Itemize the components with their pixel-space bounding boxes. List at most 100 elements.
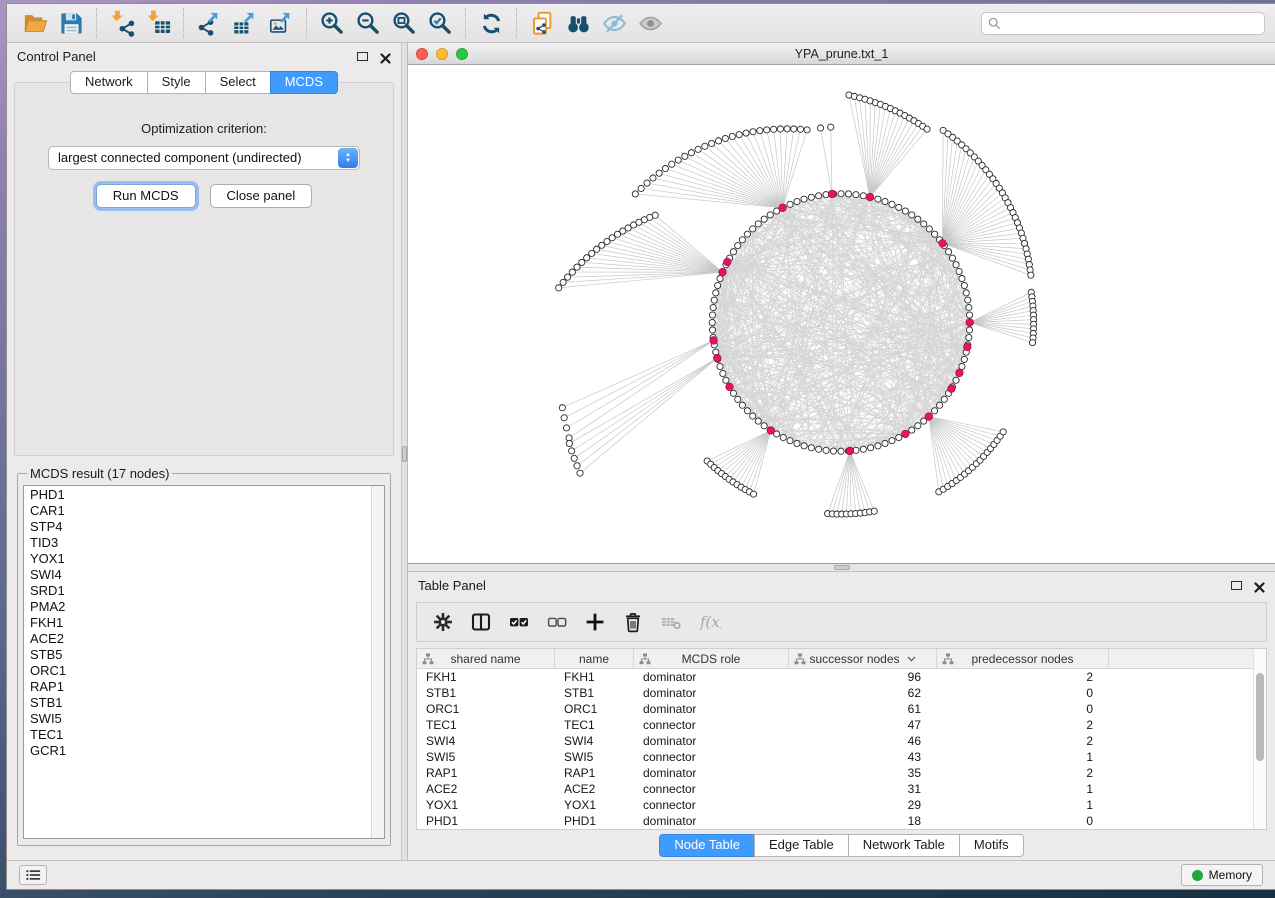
tab-network-table[interactable]: Network Table	[848, 834, 960, 857]
table-cell[interactable]: SWI5	[417, 749, 555, 765]
column-header-shared-name[interactable]: shared name	[417, 649, 555, 668]
float-table-panel-icon[interactable]	[1231, 581, 1242, 590]
table-cell[interactable]: 43	[789, 749, 937, 765]
zoom-out-button[interactable]	[350, 7, 386, 39]
table-cell[interactable]: 46	[789, 733, 937, 749]
mcds-result-item[interactable]: TID3	[30, 535, 371, 551]
clone-network-button[interactable]	[524, 7, 560, 39]
tab-network[interactable]: Network	[70, 71, 148, 94]
column-header-name[interactable]: name	[555, 649, 634, 668]
horizontal-splitter[interactable]	[408, 564, 1275, 572]
toggle-visibility-button[interactable]	[596, 7, 632, 39]
table-cell[interactable]: SWI5	[555, 749, 634, 765]
mcds-result-item[interactable]: STP4	[30, 519, 371, 535]
mcds-result-item[interactable]: ORC1	[30, 663, 371, 679]
zoom-in-button[interactable]	[314, 7, 350, 39]
export-image-button[interactable]	[263, 7, 299, 39]
mcds-result-item[interactable]: STB1	[30, 695, 371, 711]
export-network-button[interactable]	[191, 7, 227, 39]
tab-style[interactable]: Style	[147, 71, 206, 94]
table-cell[interactable]: dominator	[634, 733, 789, 749]
table-cell[interactable]: 2	[937, 765, 1109, 781]
mcds-result-item[interactable]: ACE2	[30, 631, 371, 647]
table-cell[interactable]: ORC1	[555, 701, 634, 717]
tab-motifs[interactable]: Motifs	[959, 834, 1024, 857]
table-cell[interactable]: connector	[634, 749, 789, 765]
mcds-result-item[interactable]: PMA2	[30, 599, 371, 615]
result-list-scrollbar[interactable]	[371, 486, 384, 838]
table-cell[interactable]: 1	[937, 781, 1109, 797]
table-cell[interactable]: TEC1	[417, 717, 555, 733]
tab-select[interactable]: Select	[205, 71, 271, 94]
table-cell[interactable]: 96	[789, 669, 937, 685]
table-scrollbar[interactable]	[1253, 649, 1266, 829]
table-cell[interactable]: RAP1	[555, 765, 634, 781]
table-cell[interactable]: dominator	[634, 685, 789, 701]
table-cell[interactable]: YOX1	[555, 797, 634, 813]
mcds-result-item[interactable]: TEC1	[30, 727, 371, 743]
table-row[interactable]: FKH1FKH1dominator962	[417, 669, 1253, 685]
close-panel-button[interactable]: Close panel	[210, 184, 313, 208]
export-table-button[interactable]	[227, 7, 263, 39]
table-row[interactable]: SWI4SWI4dominator462	[417, 733, 1253, 749]
select-all-rows-button[interactable]	[503, 607, 535, 637]
table-cell[interactable]: ACE2	[417, 781, 555, 797]
mcds-result-item[interactable]: SWI4	[30, 567, 371, 583]
table-cell[interactable]: SWI4	[417, 733, 555, 749]
create-column-button[interactable]	[579, 607, 611, 637]
close-panel-icon[interactable]	[380, 51, 391, 62]
network-canvas[interactable]	[408, 65, 1275, 563]
table-row[interactable]: ORC1ORC1dominator610	[417, 701, 1253, 717]
settings-button[interactable]	[427, 607, 459, 637]
table-cell[interactable]: ORC1	[417, 701, 555, 717]
table-cell[interactable]: dominator	[634, 765, 789, 781]
column-header-MCDS-role[interactable]: MCDS role	[634, 649, 789, 668]
table-cell[interactable]: STB1	[417, 685, 555, 701]
search-binoculars-button[interactable]	[560, 7, 596, 39]
import-table-button[interactable]	[140, 7, 176, 39]
show-columns-button[interactable]	[465, 607, 497, 637]
table-cell[interactable]: 31	[789, 781, 937, 797]
mcds-result-item[interactable]: SWI5	[30, 711, 371, 727]
mcds-result-item[interactable]: YOX1	[30, 551, 371, 567]
column-header-predecessor-nodes[interactable]: predecessor nodes	[937, 649, 1109, 668]
horizontal-splitter-handle[interactable]	[834, 565, 850, 570]
refresh-layout-button[interactable]	[473, 7, 509, 39]
close-table-panel-icon[interactable]	[1254, 580, 1265, 591]
vertical-splitter[interactable]	[401, 43, 408, 860]
table-cell[interactable]: 1	[937, 797, 1109, 813]
delete-rows-button[interactable]	[617, 607, 649, 637]
table-cell[interactable]: 62	[789, 685, 937, 701]
mcds-result-item[interactable]: SRD1	[30, 583, 371, 599]
mcds-result-item[interactable]: PHD1	[30, 487, 371, 503]
search-box[interactable]	[981, 12, 1265, 35]
table-cell[interactable]: ACE2	[555, 781, 634, 797]
table-cell[interactable]: 61	[789, 701, 937, 717]
mcds-result-item[interactable]: STB5	[30, 647, 371, 663]
mcds-result-item[interactable]: RAP1	[30, 679, 371, 695]
table-row[interactable]: SWI5SWI5connector431	[417, 749, 1253, 765]
search-input[interactable]	[1006, 16, 1258, 30]
table-cell[interactable]: 2	[937, 717, 1109, 733]
table-cell[interactable]: 35	[789, 765, 937, 781]
zoom-fit-button[interactable]	[386, 7, 422, 39]
table-cell[interactable]: YOX1	[417, 797, 555, 813]
table-cell[interactable]: 0	[937, 813, 1109, 829]
optimization-criterion-select[interactable]: largest connected component (undirected)…	[48, 146, 360, 170]
zoom-selected-button[interactable]	[422, 7, 458, 39]
tab-node-table[interactable]: Node Table	[659, 834, 755, 857]
vertical-splitter-handle[interactable]	[402, 446, 407, 462]
tab-edge-table[interactable]: Edge Table	[754, 834, 849, 857]
table-cell[interactable]: FKH1	[555, 669, 634, 685]
table-cell[interactable]: connector	[634, 781, 789, 797]
table-cell[interactable]: 18	[789, 813, 937, 829]
tab-mcds[interactable]: MCDS	[270, 71, 338, 94]
table-cell[interactable]: 0	[937, 685, 1109, 701]
table-row[interactable]: STB1STB1dominator620	[417, 685, 1253, 701]
table-cell[interactable]: PHD1	[417, 813, 555, 829]
table-cell[interactable]: RAP1	[417, 765, 555, 781]
table-cell[interactable]: 2	[937, 669, 1109, 685]
deselect-all-rows-button[interactable]	[541, 607, 573, 637]
table-row[interactable]: RAP1RAP1dominator352	[417, 765, 1253, 781]
import-network-button[interactable]	[104, 7, 140, 39]
